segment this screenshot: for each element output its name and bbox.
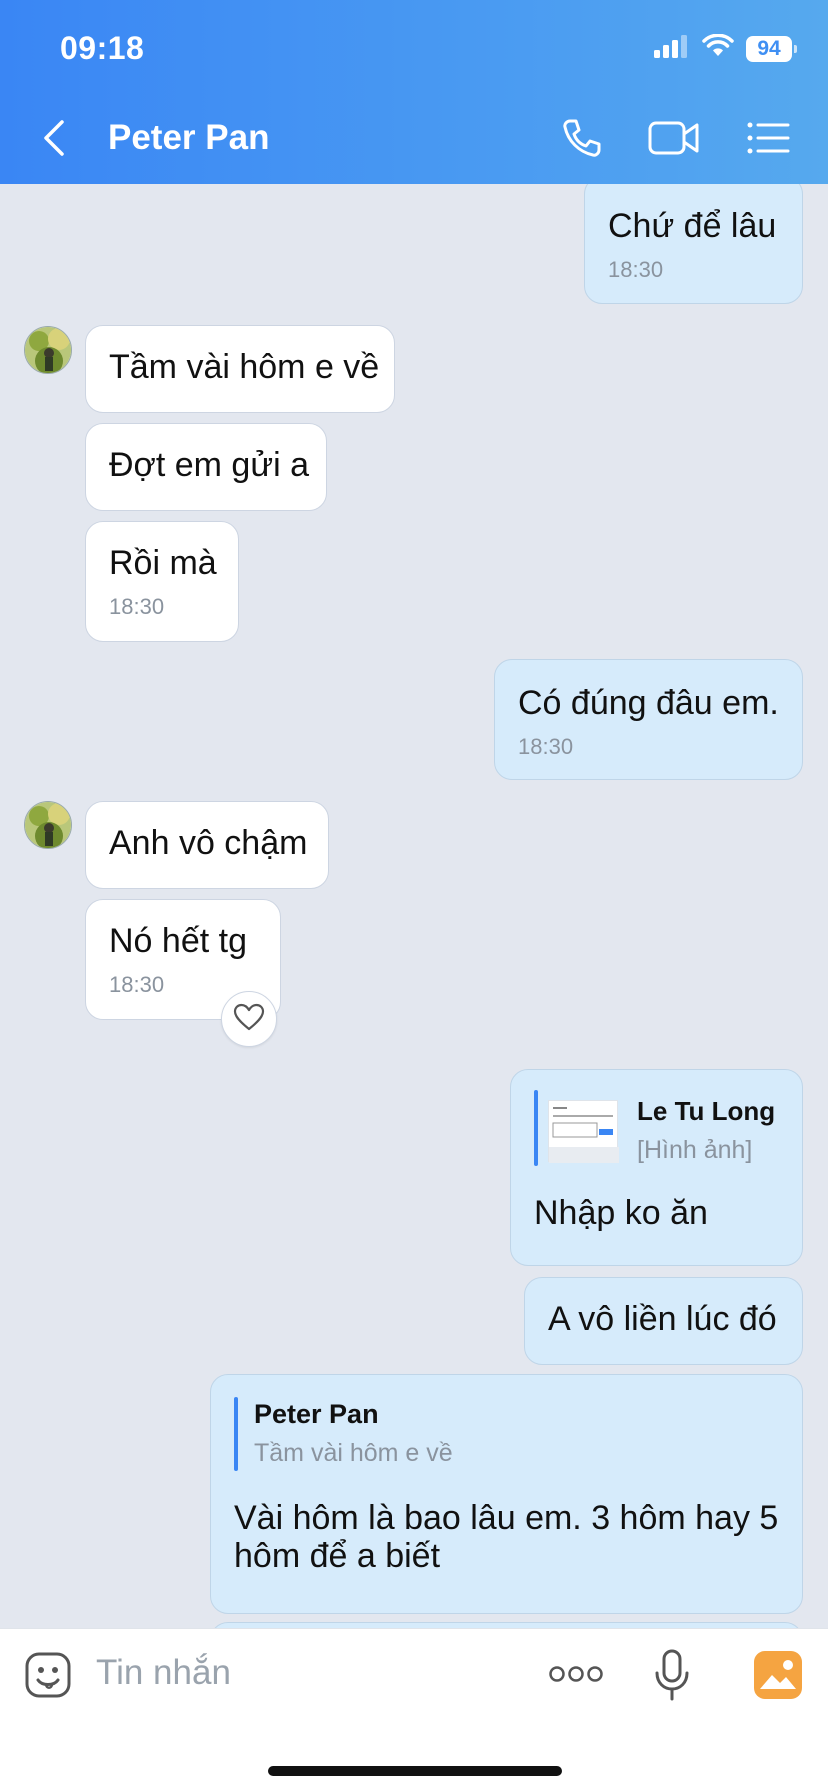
message-bubble-outgoing[interactable]: Có đúng đâu em. 18:30 <box>494 659 803 780</box>
video-call-button[interactable] <box>648 116 700 164</box>
chat-title[interactable]: Peter Pan <box>108 118 269 158</box>
message-bubble-outgoing[interactable]: A vô liền lúc đó <box>524 1277 803 1365</box>
list-menu-icon <box>746 120 790 161</box>
react-heart-button[interactable] <box>221 991 277 1047</box>
home-indicator <box>268 1766 562 1776</box>
message-text: Đợt em gửi a <box>109 446 309 484</box>
message-bubble-outgoing[interactable]: Chứ để lâu 18:30 <box>584 184 803 304</box>
microphone-icon <box>654 1649 690 1705</box>
reply-message-bubble[interactable]: Le Tu Long [Hình ảnh] Nhập ko ăn <box>510 1069 803 1266</box>
message-text: Có đúng đâu em. <box>518 684 779 722</box>
message-text-line-1: Vài hôm là bao lâu em. 3 hôm hay 5 <box>234 1499 779 1537</box>
message-text: Chứ để lâu <box>608 207 777 245</box>
message-list[interactable]: Chứ để lâu 18:30 Tầm vài hôm e về Đợt em… <box>0 184 828 1628</box>
photo-picker-button[interactable] <box>752 1649 804 1701</box>
message-bubble-incoming[interactable]: Đợt em gửi a <box>85 423 327 511</box>
message-bubble-incoming[interactable]: Anh vô chậm <box>85 801 329 889</box>
quote-text: Tầm vài hôm e về <box>254 1439 453 1467</box>
reply-message-bubble[interactable]: Peter Pan Tầm vài hôm e về Vài hôm là ba… <box>210 1374 803 1614</box>
message-input[interactable]: Tin nhắn <box>96 1653 231 1693</box>
quoted-image-thumbnail[interactable] <box>548 1100 619 1163</box>
message-bubble-incoming[interactable]: Rồi mà 18:30 <box>85 521 239 642</box>
message-time: 18:30 <box>109 972 165 997</box>
image-gallery-icon <box>752 1651 804 1705</box>
more-dots-icon <box>548 1666 604 1693</box>
quote-bar <box>234 1397 238 1471</box>
message-text-line-2: hôm để a biết <box>234 1537 441 1575</box>
avatar[interactable] <box>24 801 72 849</box>
back-button[interactable] <box>42 118 76 162</box>
quote-text: [Hình ảnh] <box>637 1136 753 1164</box>
message-text: Nó hết tg <box>109 922 247 960</box>
more-options-button[interactable] <box>548 1659 604 1689</box>
message-bubble-incoming[interactable]: Tầm vài hôm e về <box>85 325 395 413</box>
battery-level: 94 <box>757 36 781 60</box>
video-camera-icon <box>648 119 700 162</box>
voice-call-button[interactable] <box>556 116 608 164</box>
voice-record-button[interactable] <box>654 1649 690 1701</box>
message-text: Rồi mà <box>109 544 217 582</box>
wifi-icon <box>702 33 734 63</box>
message-time: 18:30 <box>109 594 165 619</box>
chat-menu-button[interactable] <box>742 116 794 164</box>
sticker-button[interactable] <box>24 1651 72 1699</box>
avatar[interactable] <box>24 326 72 374</box>
quote-bar <box>534 1090 538 1166</box>
signal-icon <box>654 34 690 63</box>
status-icons: 94 <box>654 33 797 63</box>
heart-icon <box>233 1003 265 1036</box>
message-text: A vô liền lúc đó <box>548 1300 777 1338</box>
phone-icon <box>560 116 604 165</box>
message-text: Nhập ko ăn <box>534 1194 708 1232</box>
message-text: Tầm vài hôm e về <box>109 348 380 386</box>
message-time: 18:30 <box>608 257 664 282</box>
chat-header: 09:18 94 Peter Pan <box>0 0 828 184</box>
battery-indicator: 94 <box>746 35 797 62</box>
chevron-left-icon <box>42 119 66 162</box>
quote-author: Peter Pan <box>254 1399 379 1429</box>
message-text: Anh vô chậm <box>109 824 308 862</box>
status-time: 09:18 <box>60 30 145 66</box>
quote-author: Le Tu Long <box>637 1096 776 1126</box>
smiley-sticker-icon <box>24 1652 72 1703</box>
message-time: 18:30 <box>518 734 574 759</box>
